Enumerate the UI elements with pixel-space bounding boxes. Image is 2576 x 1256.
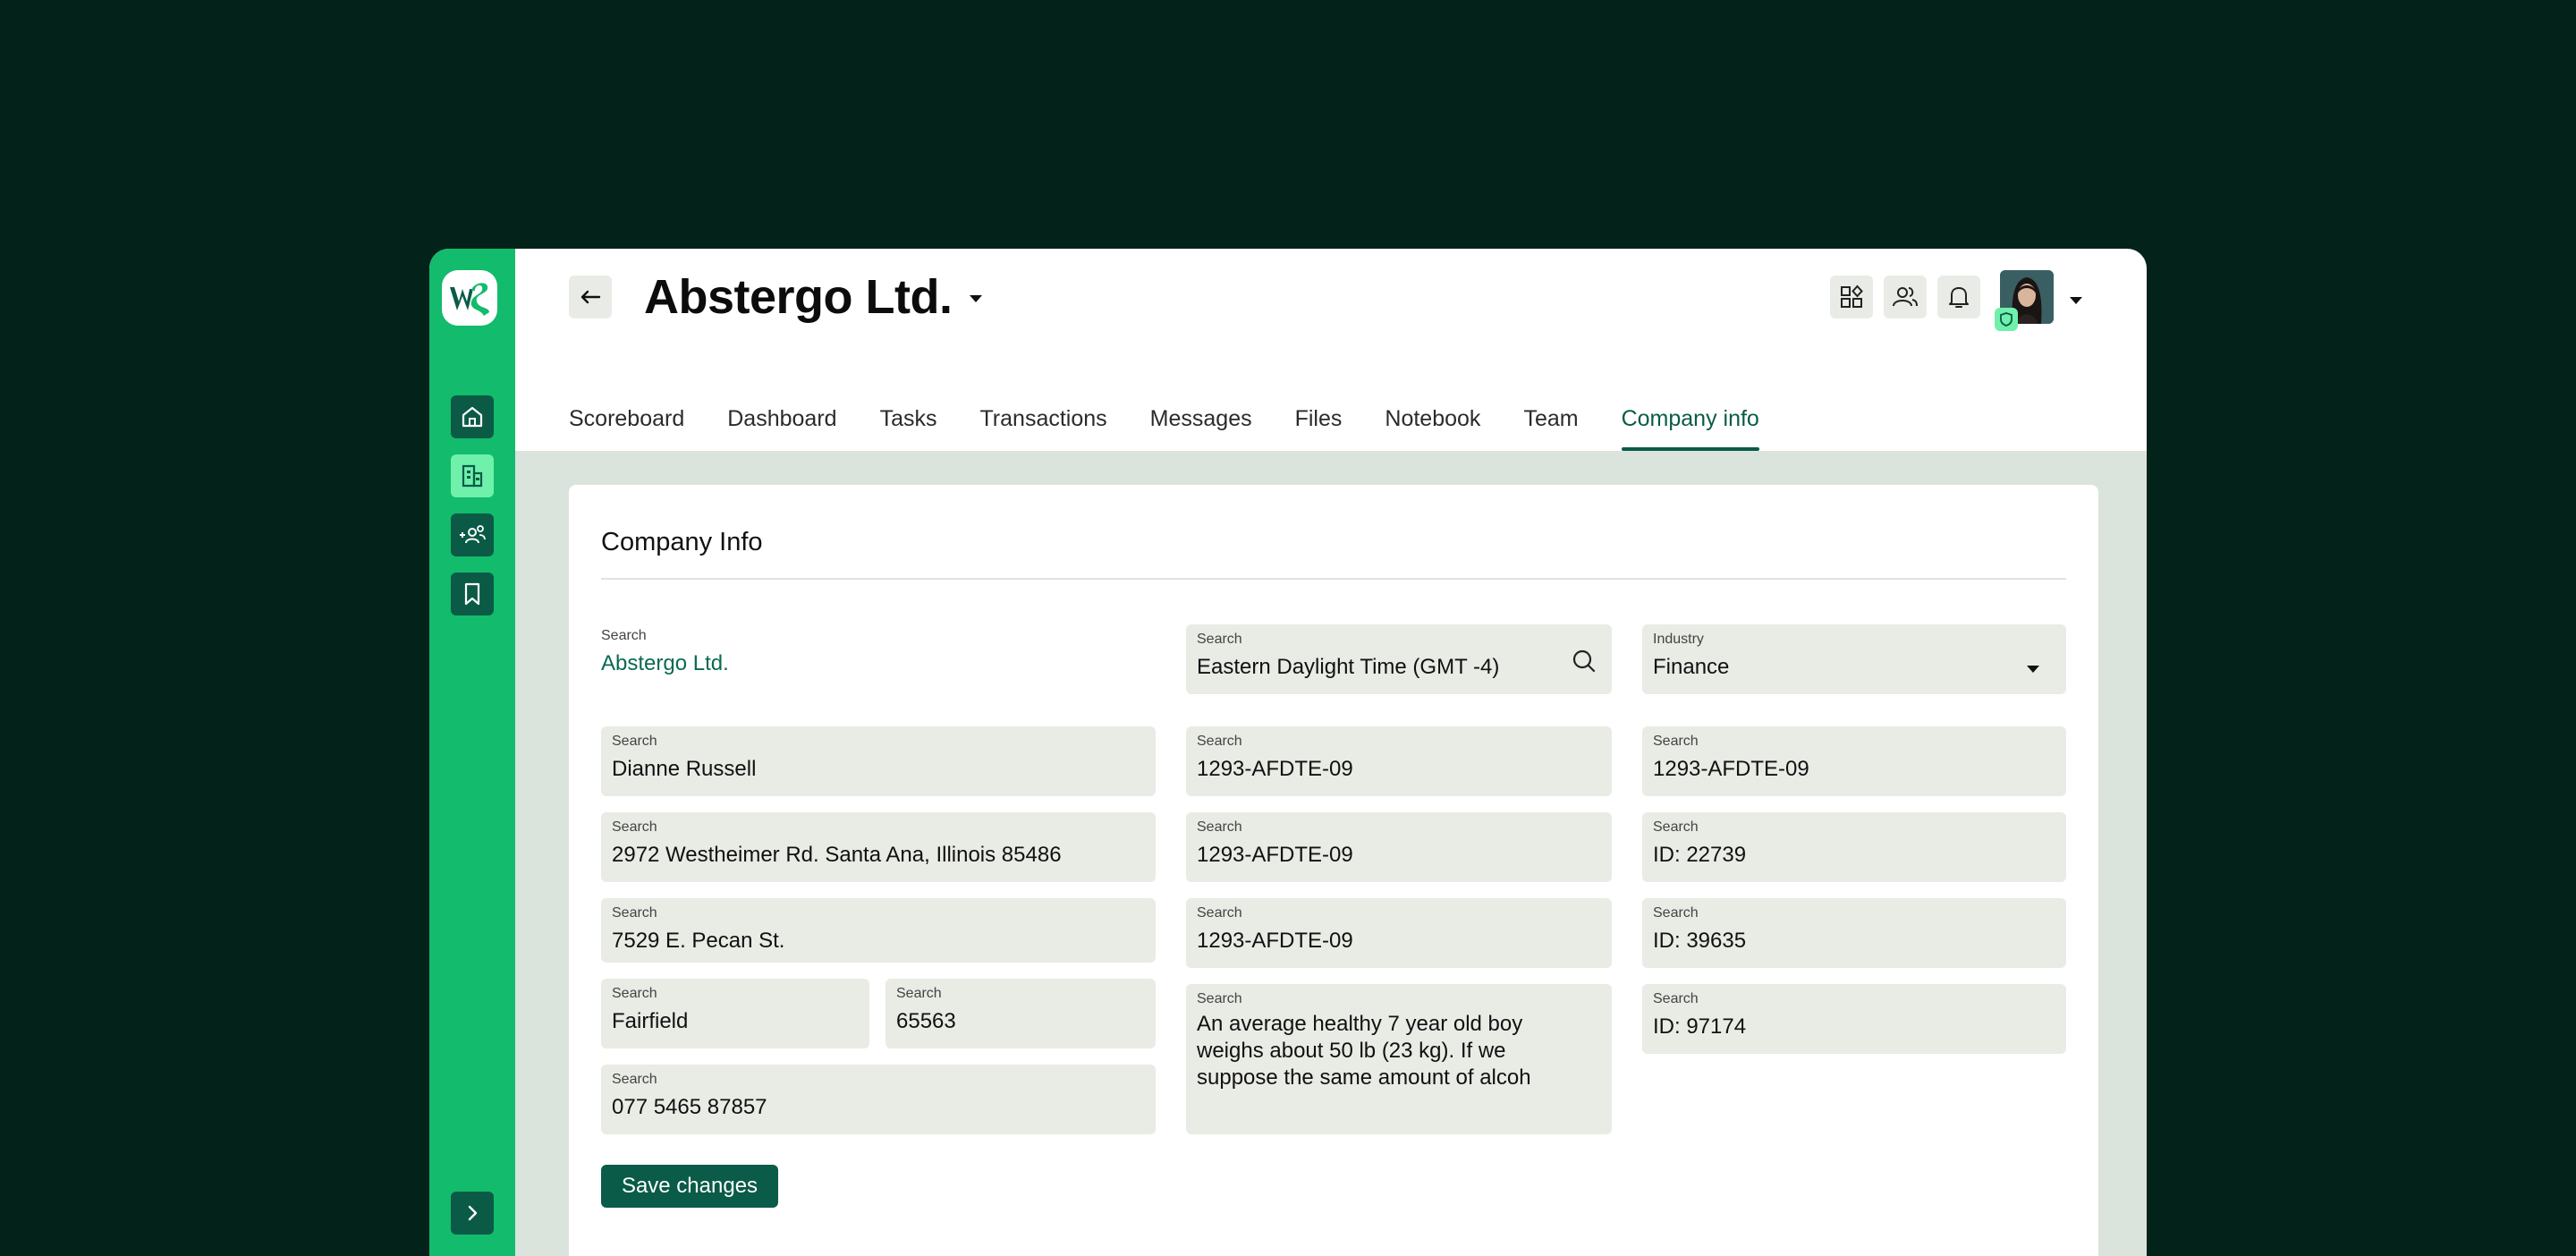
chevron-right-icon	[468, 1205, 478, 1221]
tab-team[interactable]: Team	[1523, 401, 1578, 451]
account-menu-chevron-icon[interactable]	[2070, 293, 2082, 304]
tab-tasks[interactable]: Tasks	[880, 401, 937, 451]
tab-notebook[interactable]: Notebook	[1385, 401, 1480, 451]
app-logo[interactable]	[442, 270, 497, 326]
company-switcher[interactable]: Abstergo Ltd.	[644, 268, 983, 326]
phone-field[interactable]: Search 077 5465 87857	[601, 1065, 1156, 1134]
notes-textarea[interactable]: Search An average healthy 7 year old boy…	[1186, 984, 1612, 1134]
building-icon	[462, 464, 483, 488]
right-field-2[interactable]: Search ID: 22739	[1642, 812, 2066, 882]
users-button[interactable]	[1884, 276, 1927, 318]
tab-transactions[interactable]: Transactions	[979, 401, 1106, 451]
save-changes-button[interactable]: Save changes	[601, 1165, 778, 1208]
main-content: Company Info Search Abstergo Ltd. Search…	[515, 451, 2147, 1256]
sidebar	[429, 249, 515, 1256]
apps-button[interactable]	[1830, 276, 1873, 318]
right-field-3[interactable]: Search ID: 39635	[1642, 898, 2066, 968]
sidebar-item-team[interactable]	[451, 513, 494, 556]
tab-bar: Scoreboard Dashboard Tasks Transactions …	[569, 401, 1802, 451]
reference-field-3[interactable]: Search 1293-AFDTE-09	[1186, 898, 1612, 968]
search-icon[interactable]	[1571, 648, 1597, 679]
industry-select[interactable]: Industry Finance	[1642, 624, 2066, 694]
back-button[interactable]	[569, 276, 612, 318]
verified-shield-icon	[1995, 308, 2018, 331]
apps-icon	[1841, 284, 1863, 308]
users-icon	[1893, 287, 1918, 307]
arrow-left-icon	[580, 290, 601, 304]
sidebar-item-company[interactable]	[451, 454, 494, 497]
address-line2-field[interactable]: Search 7529 E. Pecan St.	[601, 898, 1156, 963]
tab-files[interactable]: Files	[1295, 401, 1343, 451]
tab-scoreboard[interactable]: Scoreboard	[569, 401, 684, 451]
tab-dashboard[interactable]: Dashboard	[727, 401, 836, 451]
reference-field-1[interactable]: Search 1293-AFDTE-09	[1186, 726, 1612, 796]
avatar[interactable]	[1995, 270, 2054, 331]
divider	[601, 578, 2066, 580]
page-title: Abstergo Ltd.	[644, 270, 953, 324]
bookmark-icon	[464, 582, 480, 606]
expand-sidebar-button[interactable]	[451, 1192, 494, 1235]
notifications-button[interactable]	[1937, 276, 1980, 318]
timezone-search-field[interactable]: Search Eastern Daylight Time (GMT -4)	[1186, 624, 1612, 694]
app-window: Abstergo Ltd. Scoreboard Dashboard Tasks…	[429, 249, 2147, 1256]
company-name-field[interactable]: Search Abstergo Ltd.	[601, 621, 1156, 691]
tab-company-info[interactable]: Company info	[1621, 401, 1760, 451]
tab-messages[interactable]: Messages	[1150, 401, 1252, 451]
company-info-card: Company Info Search Abstergo Ltd. Search…	[569, 485, 2098, 1256]
reference-field-2[interactable]: Search 1293-AFDTE-09	[1186, 812, 1612, 882]
city-field[interactable]: Search Fairfield	[601, 979, 869, 1048]
contact-name-field[interactable]: Search Dianne Russell	[601, 726, 1156, 796]
add-users-icon	[460, 525, 486, 544]
chevron-down-icon	[2027, 662, 2039, 673]
right-field-4[interactable]: Search ID: 97174	[1642, 984, 2066, 1054]
zip-field[interactable]: Search 65563	[886, 979, 1156, 1048]
card-title: Company Info	[601, 528, 763, 556]
sidebar-item-saved[interactable]	[451, 573, 494, 615]
chevron-down-icon	[970, 295, 983, 302]
sidebar-item-home[interactable]	[451, 395, 494, 438]
bell-icon	[1949, 287, 1969, 308]
address-line1-field[interactable]: Search 2972 Westheimer Rd. Santa Ana, Il…	[601, 812, 1156, 882]
right-field-1[interactable]: Search 1293-AFDTE-09	[1642, 726, 2066, 796]
home-icon	[462, 406, 483, 428]
